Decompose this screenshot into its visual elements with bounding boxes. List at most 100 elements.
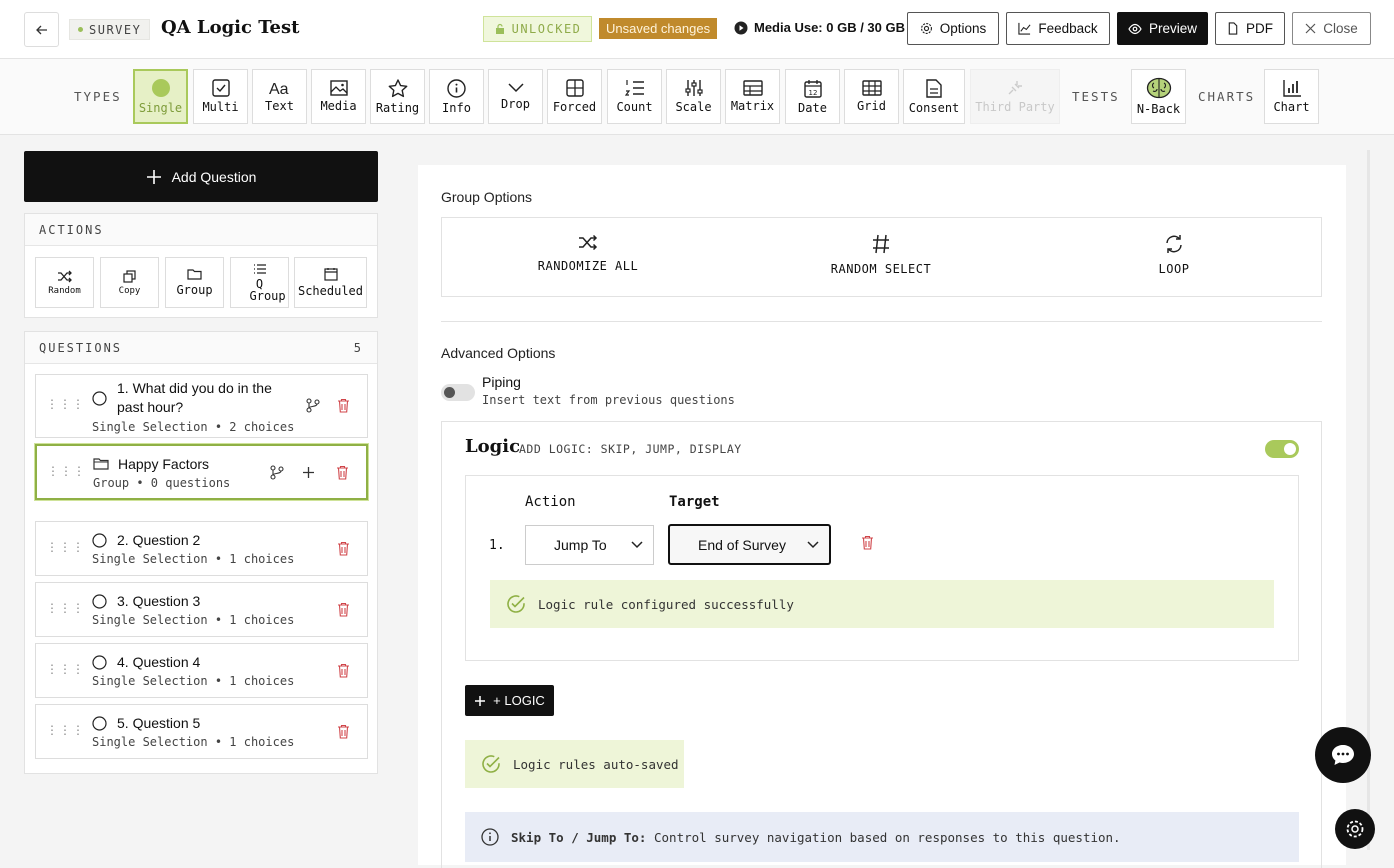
close-button[interactable]: Close <box>1292 12 1371 45</box>
divider <box>441 321 1322 322</box>
type-label: Drop <box>501 97 530 111</box>
add-logic-button[interactable]: + LOGIC <box>465 685 554 716</box>
branch-icon[interactable] <box>270 465 284 480</box>
question-subtitle: Single Selection • 2 choices <box>92 420 295 434</box>
type-date[interactable]: 12 Date <box>785 69 840 124</box>
feedback-button[interactable]: Feedback <box>1006 12 1110 45</box>
question-title: 2. Question 2 <box>117 532 201 548</box>
question-subtitle: Single Selection • 1 choices <box>92 674 295 688</box>
random-select-label: RANDOM SELECT <box>830 262 932 276</box>
types-label: TYPES <box>74 89 122 104</box>
random-select-option[interactable]: RANDOM SELECT <box>801 234 961 276</box>
drag-handle-icon[interactable]: ⋮⋮⋮ <box>46 540 85 554</box>
lock-status-badge[interactable]: UNLOCKED <box>483 16 592 42</box>
action-copy[interactable]: Copy <box>100 257 159 308</box>
drag-handle-icon[interactable]: ⋮⋮⋮ <box>46 723 85 737</box>
randomize-all-option[interactable]: RANDOMIZE ALL <box>508 234 668 273</box>
branch-icon[interactable] <box>306 398 320 413</box>
action-random[interactable]: Random <box>35 257 94 308</box>
calendar-icon: 12 <box>803 79 822 98</box>
radio-icon <box>92 655 107 670</box>
trash-icon[interactable] <box>861 535 874 550</box>
action-q-group[interactable]: Q Group <box>230 257 289 308</box>
plus-icon[interactable] <box>302 466 315 479</box>
question-card[interactable]: ⋮⋮⋮ 5. Question 5 Single Selection • 1 c… <box>35 704 368 759</box>
trash-icon[interactable] <box>337 663 350 678</box>
trash-icon[interactable] <box>337 724 350 739</box>
action-column-header: Action <box>525 494 576 510</box>
type-info[interactable]: Info <box>429 69 484 124</box>
action-select[interactable]: Jump To <box>525 525 654 565</box>
add-question-button[interactable]: Add Question <box>24 151 378 202</box>
type-third-party: Third Party <box>970 69 1060 124</box>
drag-handle-icon[interactable]: ⋮⋮⋮ <box>46 662 85 676</box>
survey-badge-label: SURVEY <box>89 22 142 37</box>
question-card[interactable]: ⋮⋮⋮ 2. Question 2 Single Selection • 1 c… <box>35 521 368 576</box>
matrix-icon <box>742 80 763 96</box>
target-select[interactable]: End of Survey <box>668 524 831 565</box>
question-title: 4. Question 4 <box>117 654 201 670</box>
logic-info-banner: Skip To / Jump To: Control survey naviga… <box>465 812 1299 862</box>
trash-icon[interactable] <box>337 541 350 556</box>
type-media[interactable]: Media <box>311 69 366 124</box>
toggle-knob <box>1284 443 1296 455</box>
type-matrix[interactable]: Matrix <box>725 69 780 124</box>
advanced-options-heading: Advanced Options <box>441 345 556 361</box>
actions-header: ACTIONS <box>25 214 377 246</box>
trash-icon[interactable] <box>337 398 350 413</box>
type-scale[interactable]: Scale <box>666 69 721 124</box>
add-logic-label: + LOGIC <box>493 693 545 708</box>
type-label: Text <box>265 99 294 113</box>
type-forced[interactable]: Forced <box>547 69 602 124</box>
question-card[interactable]: ⋮⋮⋮ 3. Question 3 Single Selection • 1 c… <box>35 582 368 637</box>
hash-icon <box>873 234 889 254</box>
drag-handle-icon[interactable]: ⋮⋮⋮ <box>46 601 85 615</box>
type-grid[interactable]: Grid <box>844 69 899 124</box>
image-icon <box>329 80 348 96</box>
refresh-icon <box>1166 235 1182 253</box>
drag-handle-icon[interactable]: ⋮⋮⋮ <box>46 397 85 411</box>
back-button[interactable] <box>24 12 59 47</box>
trash-icon[interactable] <box>336 465 349 480</box>
type-count[interactable]: Count <box>607 69 662 124</box>
loop-option[interactable]: LOOP <box>1094 234 1254 276</box>
gear-icon <box>920 23 932 34</box>
type-rating[interactable]: Rating <box>370 69 425 124</box>
question-title: 1. What did you do in the past hour? <box>117 380 272 415</box>
drag-handle-icon[interactable]: ⋮⋮⋮ <box>47 464 86 478</box>
type-text[interactable]: Aa Text <box>252 69 307 124</box>
brain-icon <box>1146 77 1171 99</box>
pdf-label: PDF <box>1246 21 1273 36</box>
charts-label: CHARTS <box>1198 89 1256 104</box>
radio-filled-icon <box>151 79 170 97</box>
settings-button[interactable] <box>1335 809 1375 849</box>
media-use-indicator: Media Use: 0 GB / 30 GB <box>734 20 905 35</box>
question-card[interactable]: ⋮⋮⋮ 1. What did you do in the past hour?… <box>35 374 368 438</box>
type-drop[interactable]: Drop <box>488 69 543 124</box>
list-icon <box>253 264 266 274</box>
chat-button[interactable] <box>1315 727 1371 783</box>
trash-icon[interactable] <box>337 602 350 617</box>
logic-toggle[interactable] <box>1265 440 1299 458</box>
group-options-box: RANDOMIZE ALL RANDOM SELECT LOOP <box>441 217 1322 297</box>
preview-button[interactable]: Preview <box>1117 12 1208 45</box>
question-card[interactable]: ⋮⋮⋮ 4. Question 4 Single Selection • 1 c… <box>35 643 368 698</box>
shuffle-icon <box>58 270 72 282</box>
action-select-value: Jump To <box>554 537 607 553</box>
randomize-all-label: RANDOMIZE ALL <box>537 259 639 273</box>
piping-toggle[interactable] <box>441 384 475 401</box>
pdf-button[interactable]: PDF <box>1215 12 1285 45</box>
test-nback[interactable]: N-Back <box>1131 69 1186 124</box>
star-icon <box>388 78 407 97</box>
type-single[interactable]: Single <box>133 69 188 124</box>
type-label: Scale <box>675 100 712 114</box>
radio-icon <box>92 533 107 548</box>
type-consent[interactable]: Consent <box>903 69 965 124</box>
options-button[interactable]: Options <box>907 12 999 45</box>
action-label: Random <box>48 285 81 296</box>
group-card[interactable]: ⋮⋮⋮ Happy Factors Group • 0 questions <box>35 444 368 500</box>
chart-tile[interactable]: Chart <box>1264 69 1319 124</box>
action-scheduled[interactable]: Scheduled <box>294 257 367 308</box>
action-group[interactable]: Group <box>165 257 224 308</box>
type-multi[interactable]: Multi <box>193 69 248 124</box>
